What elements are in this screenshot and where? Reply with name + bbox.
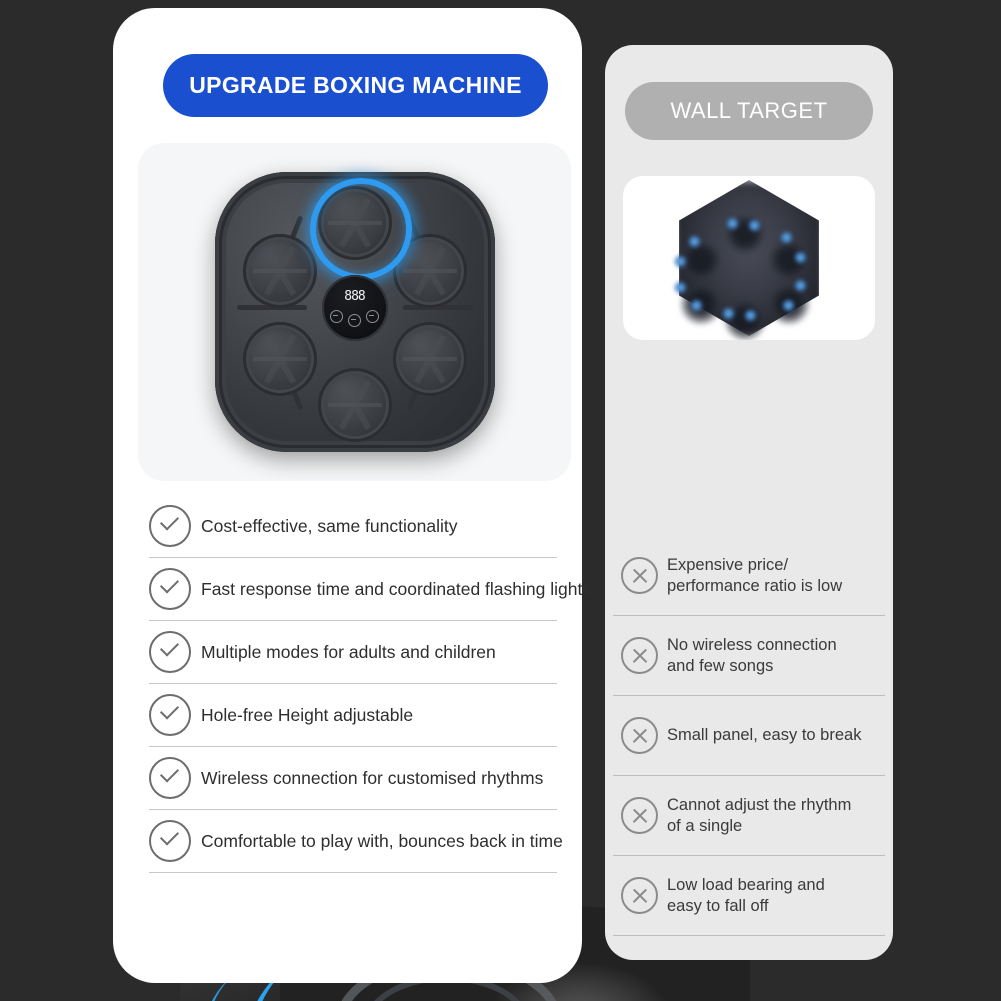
check-circle-icon: [149, 568, 191, 610]
led-dot: [783, 300, 794, 311]
x-circle-icon: [621, 637, 658, 674]
boxing-machine-image-box: 888: [138, 143, 571, 481]
led-dot: [749, 220, 760, 231]
drawback-text: No wireless connection and few songs: [667, 636, 837, 675]
punch-pad: [317, 368, 392, 442]
feature-text: Hole-free Height adjustable: [201, 704, 414, 725]
led-dot: [723, 308, 734, 319]
display-buttons: [330, 307, 379, 327]
led-dot: [727, 218, 738, 229]
drawback-text: Small panel, easy to break: [667, 726, 862, 745]
list-item: Wireless connection for customised rhyth…: [149, 747, 557, 810]
led-dot: [691, 300, 702, 311]
list-item: Expensive price/performance ratio is low: [613, 536, 885, 616]
led-dot: [675, 282, 686, 293]
display-digits: 888: [344, 288, 366, 304]
power-button-icon: [348, 313, 361, 327]
led-dot: [781, 232, 792, 243]
list-item: Cost-effective, same functionality: [149, 495, 557, 558]
drawback-text: Low load bearing and easy to fall off: [667, 876, 825, 915]
led-dot: [675, 256, 686, 267]
minus-button-icon: [330, 310, 343, 323]
led-dot: [745, 310, 756, 321]
led-pad: [725, 300, 765, 340]
drawback-list: Expensive price/performance ratio is low…: [613, 536, 885, 936]
upgrade-boxing-machine-card: UPGRADE BOXING MACHINE 888 Cost-effectiv…: [113, 8, 591, 983]
led-dot: [795, 252, 806, 263]
upgrade-title: UPGRADE BOXING MACHINE: [189, 72, 522, 98]
feature-text: Wireless connection for customised rhyth…: [201, 767, 544, 788]
list-item: Comfortable to play with, bounces back i…: [149, 810, 563, 873]
led-dot: [689, 236, 700, 247]
x-circle-icon: [621, 797, 658, 834]
list-item: Cannot adjust the rhythm of a single: [613, 776, 885, 856]
list-item: Hole-free Height adjustable: [149, 684, 557, 747]
x-circle-icon: [621, 557, 658, 594]
wall-target-card: WALL TARGET Expensive price/ performance…: [605, 45, 893, 960]
punch-pad: [392, 322, 467, 396]
check-circle-icon: [149, 631, 191, 673]
check-circle-icon: [149, 694, 191, 736]
feature-list: Cost-effective, same functionality Fast …: [149, 495, 591, 873]
list-item: No wireless connection and few songs: [613, 616, 885, 696]
wall-target-header-pill: WALL TARGET: [625, 82, 873, 140]
led-pad: [681, 240, 721, 280]
check-circle-icon: [149, 820, 191, 862]
drawback-text: Expensive price/performance ratio is low: [667, 556, 843, 595]
punch-pad: [242, 234, 317, 308]
check-circle-icon: [149, 757, 191, 799]
feature-text: Fast response time and coordinated flash…: [201, 578, 592, 599]
list-item: Low load bearing and easy to fall off: [613, 856, 885, 936]
feature-text: Multiple modes for adults and children: [201, 641, 496, 662]
x-circle-icon: [621, 717, 658, 754]
x-circle-icon: [621, 877, 658, 914]
list-item: Fast response time and coordinated flash…: [149, 558, 591, 621]
drawback-text: Cannot adjust the rhythm of a single: [667, 796, 852, 835]
punch-pad: [242, 322, 317, 396]
plus-button-icon: [366, 310, 379, 323]
list-item: Small panel, easy to break: [613, 696, 885, 776]
list-item: Multiple modes for adults and children: [149, 621, 557, 684]
wall-target-image-box: [623, 176, 875, 340]
active-pad-glow-ring: [309, 178, 412, 280]
boxing-machine-icon: 888: [214, 172, 495, 452]
feature-text: Comfortable to play with, bounces back i…: [201, 830, 563, 851]
feature-text: Cost-effective, same functionality: [201, 515, 458, 536]
upgrade-header-pill: UPGRADE BOXING MACHINE: [163, 54, 548, 117]
control-display: 888: [321, 275, 388, 341]
led-dot: [795, 280, 806, 291]
wall-target-title: WALL TARGET: [670, 98, 828, 123]
check-circle-icon: [149, 505, 191, 547]
comparison-infographic: WALL TARGET Expensive price/ performance…: [0, 0, 1001, 1001]
